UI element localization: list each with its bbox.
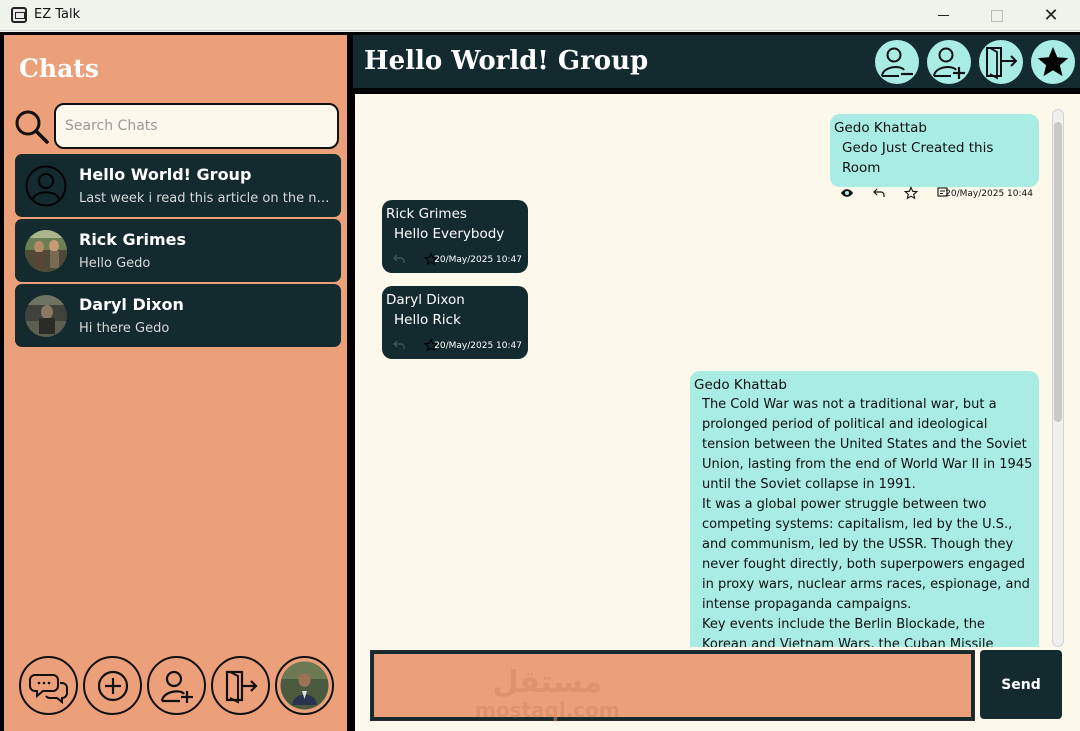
message-sender: Gedo Khattab [834, 120, 927, 136]
message-sender: Gedo Khattab [694, 377, 787, 393]
message-input[interactable] [370, 650, 975, 721]
create-room-icon [97, 670, 128, 701]
app-body: Chats Hello World! Group Last week i rea… [0, 32, 1080, 731]
leave-room-button[interactable] [979, 40, 1023, 84]
contact-avatar [25, 230, 67, 272]
message-paragraph: Key events include the Berlin Blockade, … [702, 617, 994, 647]
star-icon [1037, 47, 1069, 77]
window-titlebar: EZ Talk ✕ [0, 0, 1080, 31]
message-meta: 20/May/2025 10:47 [386, 333, 522, 353]
reply-icon[interactable] [392, 252, 406, 266]
message-bubble[interactable]: Rick Grimes Hello Everybody 20/May/2025 … [382, 200, 528, 273]
search-icon[interactable] [14, 109, 50, 145]
favorite-room-button[interactable] [1031, 40, 1075, 84]
message-paragraph: It was a global power struggle between t… [702, 497, 1030, 612]
contact-avatar [25, 295, 67, 337]
remove-member-button[interactable] [875, 40, 919, 84]
star-outline-icon[interactable] [904, 186, 918, 200]
chat-name: Daryl Dixon [79, 295, 184, 314]
profile-button[interactable] [275, 656, 334, 715]
sidebar: Chats Hello World! Group Last week i rea… [4, 35, 347, 731]
remove-member-icon [881, 47, 913, 77]
message-time: 20/May/2025 10:47 [434, 341, 522, 351]
chat-preview: Hi there Gedo [79, 321, 170, 336]
message-list: Gedo Khattab Gedo Just Created this Room… [355, 94, 1080, 647]
message-bubble[interactable]: Gedo Khattab Gedo Just Created this Room… [830, 114, 1039, 200]
message-text: Hello Rick [394, 312, 461, 328]
message-text: Gedo Just Created this Room [842, 140, 994, 176]
search-chats-input[interactable] [54, 103, 339, 149]
create-room-button[interactable] [83, 656, 142, 715]
logout-button[interactable] [211, 656, 270, 715]
chat-preview: Last week i read this article on the new… [79, 191, 331, 206]
chats-icon [28, 673, 68, 704]
message-paragraph: The Cold War was not a traditional war, … [702, 397, 1033, 492]
app-icon [11, 7, 27, 23]
maximize-button[interactable] [974, 0, 1020, 31]
chat-header: Hello World! Group [353, 35, 1080, 88]
message-bubble[interactable]: Daryl Dixon Hello Rick 20/May/2025 10:47 [382, 286, 528, 359]
message-bubble[interactable]: Gedo Khattab The Cold War was not a trad… [690, 371, 1039, 647]
chat-name: Rick Grimes [79, 230, 187, 249]
send-button[interactable]: Send [980, 650, 1062, 719]
sidebar-title: Chats [19, 54, 99, 83]
message-meta: 20/May/2025 10:44 [834, 181, 1033, 201]
add-member-icon [933, 47, 965, 79]
close-window-button[interactable]: ✕ [1028, 0, 1074, 31]
chats-button[interactable] [19, 656, 78, 715]
chat-title: Hello World! Group [364, 46, 649, 76]
add-contact-button[interactable] [147, 656, 206, 715]
chat-list-item-rick-grimes[interactable]: Rick Grimes Hello Gedo [15, 219, 341, 282]
chat-name: Hello World! Group [79, 165, 252, 184]
composer: مستقل mostaql.com Send [355, 647, 1080, 731]
message-meta: 20/May/2025 10:47 [386, 247, 522, 267]
add-member-button[interactable] [927, 40, 971, 84]
window-title: EZ Talk [34, 7, 81, 22]
profile-avatar [280, 661, 329, 710]
reply-icon[interactable] [392, 338, 406, 352]
logout-icon [225, 670, 258, 704]
leave-room-icon [986, 47, 1018, 80]
message-time: 20/May/2025 10:47 [434, 255, 522, 265]
chat-preview: Hello Gedo [79, 256, 151, 271]
add-contact-icon [160, 670, 193, 703]
message-time: 20/May/2025 10:44 [945, 189, 1033, 199]
group-avatar-icon [25, 165, 67, 207]
message-sender: Daryl Dixon [386, 292, 465, 308]
scrollbar-thumb[interactable] [1054, 122, 1062, 422]
chat-list-item-daryl-dixon[interactable]: Daryl Dixon Hi there Gedo [15, 284, 341, 347]
reply-icon[interactable] [872, 186, 886, 200]
message-text: Hello Everybody [394, 226, 505, 242]
chat-list-item-hello-world-group[interactable]: Hello World! Group Last week i read this… [15, 154, 341, 217]
seen-eye-icon[interactable] [840, 186, 854, 200]
message-sender: Rick Grimes [386, 206, 467, 222]
message-scrollbar[interactable] [1052, 109, 1064, 647]
minimize-button[interactable] [920, 0, 966, 31]
